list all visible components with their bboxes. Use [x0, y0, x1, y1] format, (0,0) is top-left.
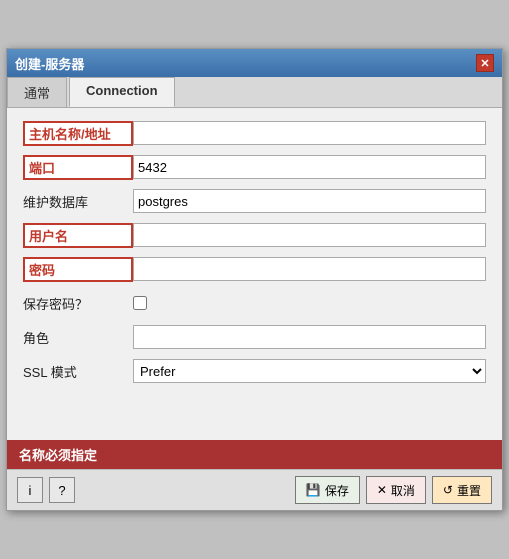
save-button[interactable]: 💾 保存 — [295, 476, 360, 504]
reset-label: 重置 — [457, 482, 481, 499]
save-label: 保存 — [325, 482, 349, 499]
cancel-label: 取消 — [391, 482, 415, 499]
port-input[interactable] — [133, 155, 486, 179]
ssl-mode-label: SSL 模式 — [23, 362, 133, 381]
save-password-checkbox[interactable] — [133, 296, 147, 310]
help-button[interactable]: ? — [49, 477, 75, 503]
role-row: 角色 — [23, 324, 486, 350]
ssl-mode-select[interactable]: Allow Disable Prefer Require Verify-CA V… — [133, 359, 486, 383]
cancel-icon: ✕ — [377, 483, 387, 497]
status-message: 名称必须指定 — [19, 445, 97, 464]
tab-general[interactable]: 通常 — [7, 77, 67, 107]
username-input[interactable] — [133, 223, 486, 247]
maintenance-db-row: 维护数据库 — [23, 188, 486, 214]
role-input[interactable] — [133, 325, 486, 349]
port-row: 端口 — [23, 154, 486, 180]
ssl-mode-row: SSL 模式 Allow Disable Prefer Require Veri… — [23, 358, 486, 384]
reset-icon: ↺ — [443, 483, 453, 497]
save-password-row: 保存密码？ — [23, 290, 486, 316]
port-label: 端口 — [23, 155, 133, 180]
hostname-label: 主机名称/地址 — [23, 121, 133, 146]
spacer — [23, 392, 486, 432]
role-label: 角色 — [23, 328, 133, 347]
form-content: 主机名称/地址 端口 维护数据库 用户名 密码 保存密码？ — [7, 108, 502, 440]
titlebar: 创建-服务器 ✕ — [7, 49, 502, 77]
username-row: 用户名 — [23, 222, 486, 248]
footer-left: i ? — [17, 477, 75, 503]
password-label: 密码 — [23, 257, 133, 282]
save-password-label: 保存密码？ — [23, 294, 133, 313]
maintenance-db-input[interactable] — [133, 189, 486, 213]
status-bar: 名称必须指定 — [7, 440, 502, 469]
hostname-row: 主机名称/地址 — [23, 120, 486, 146]
dialog-title: 创建-服务器 — [15, 54, 84, 73]
maintenance-db-label: 维护数据库 — [23, 192, 133, 211]
create-server-dialog: 创建-服务器 ✕ 通常 Connection 主机名称/地址 端口 维护数据库 … — [6, 48, 503, 511]
tab-bar: 通常 Connection — [7, 77, 502, 108]
save-icon: 💾 — [306, 483, 321, 497]
reset-button[interactable]: ↺ 重置 — [432, 476, 492, 504]
password-input[interactable] — [133, 257, 486, 281]
save-password-checkbox-cell — [133, 296, 486, 310]
hostname-input[interactable] — [133, 121, 486, 145]
password-row: 密码 — [23, 256, 486, 282]
footer: i ? 💾 保存 ✕ 取消 ↺ 重置 — [7, 469, 502, 510]
cancel-button[interactable]: ✕ 取消 — [366, 476, 426, 504]
info-button[interactable]: i — [17, 477, 43, 503]
close-button[interactable]: ✕ — [476, 54, 494, 72]
tab-connection[interactable]: Connection — [69, 77, 175, 107]
username-label: 用户名 — [23, 223, 133, 248]
